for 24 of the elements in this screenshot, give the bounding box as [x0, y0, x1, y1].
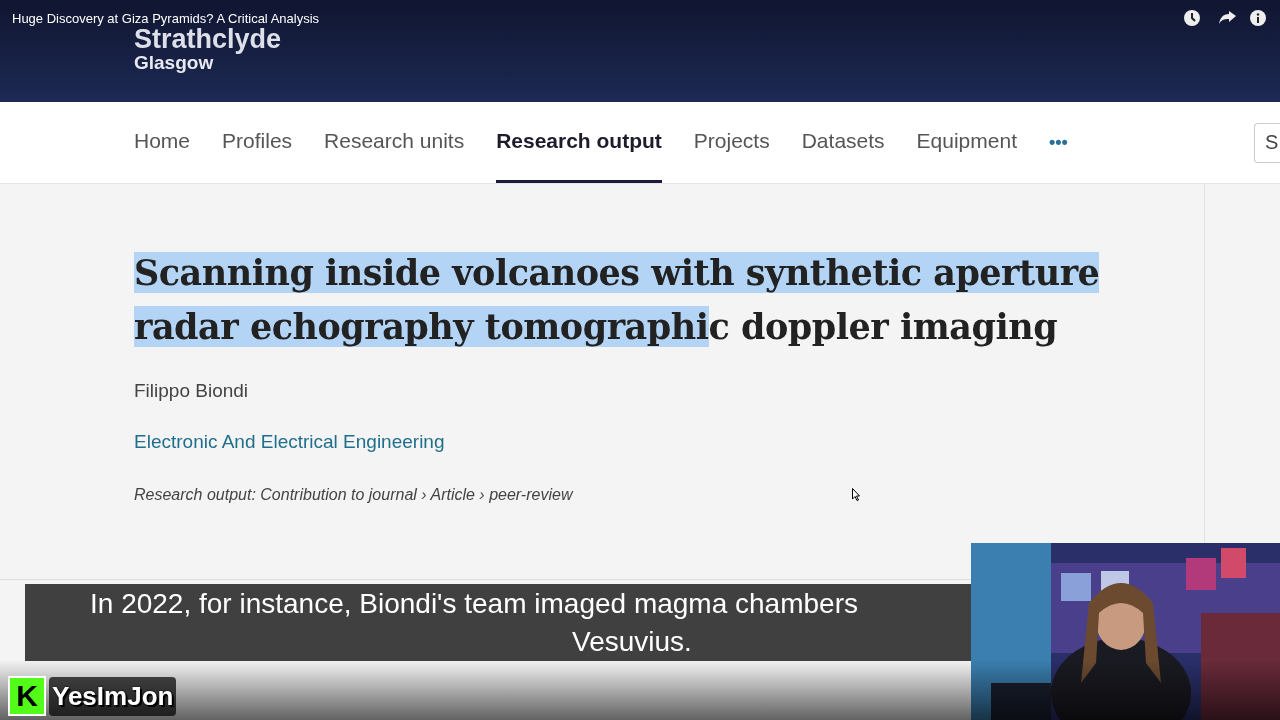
info-icon[interactable]: [1250, 10, 1266, 26]
caption-text: Vesuvius.: [571, 624, 692, 659]
nav-tab[interactable]: Datasets: [801, 102, 885, 183]
video-title[interactable]: Huge Discovery at Giza Pyramids? A Critical Analysis: [12, 9, 320, 29]
caption-text: In 2022, for instance, Biondi's team imaged magma chambers: [89, 586, 858, 621]
university-logo-text[interactable]: Strathclyde: [134, 26, 282, 52]
watch-later-icon[interactable]: [1184, 10, 1200, 26]
channel-badge: K: [8, 676, 46, 716]
nav-tab[interactable]: Profiles: [222, 102, 293, 183]
nav-tab[interactable]: Research units: [324, 102, 465, 183]
more-button[interactable]: •••: [1049, 102, 1068, 183]
search-field[interactable]: S: [1254, 122, 1280, 163]
article-title: Scanning inside volcanoes with synthetic aperture radar echography tomographic doppler imaging: [134, 251, 1101, 349]
share-icon[interactable]: [1219, 11, 1236, 24]
channel-name: YesImJon: [49, 676, 177, 716]
university-logo-text[interactable]: Glasgow: [134, 52, 214, 74]
department-link[interactable]: Electronic And Electrical Engineering: [134, 427, 445, 456]
nav-tab[interactable]: Projects: [693, 102, 770, 183]
nav-tab[interactable]: Research output: [496, 102, 662, 183]
author-name[interactable]: Filippo Biondi: [134, 377, 249, 406]
cursor-icon: [852, 488, 860, 501]
output-type-text: Research output: Contribution to journal › Article › peer-review: [134, 485, 573, 505]
nav-tab[interactable]: Home: [134, 102, 191, 183]
nav-tab[interactable]: Equipment: [916, 102, 1017, 183]
